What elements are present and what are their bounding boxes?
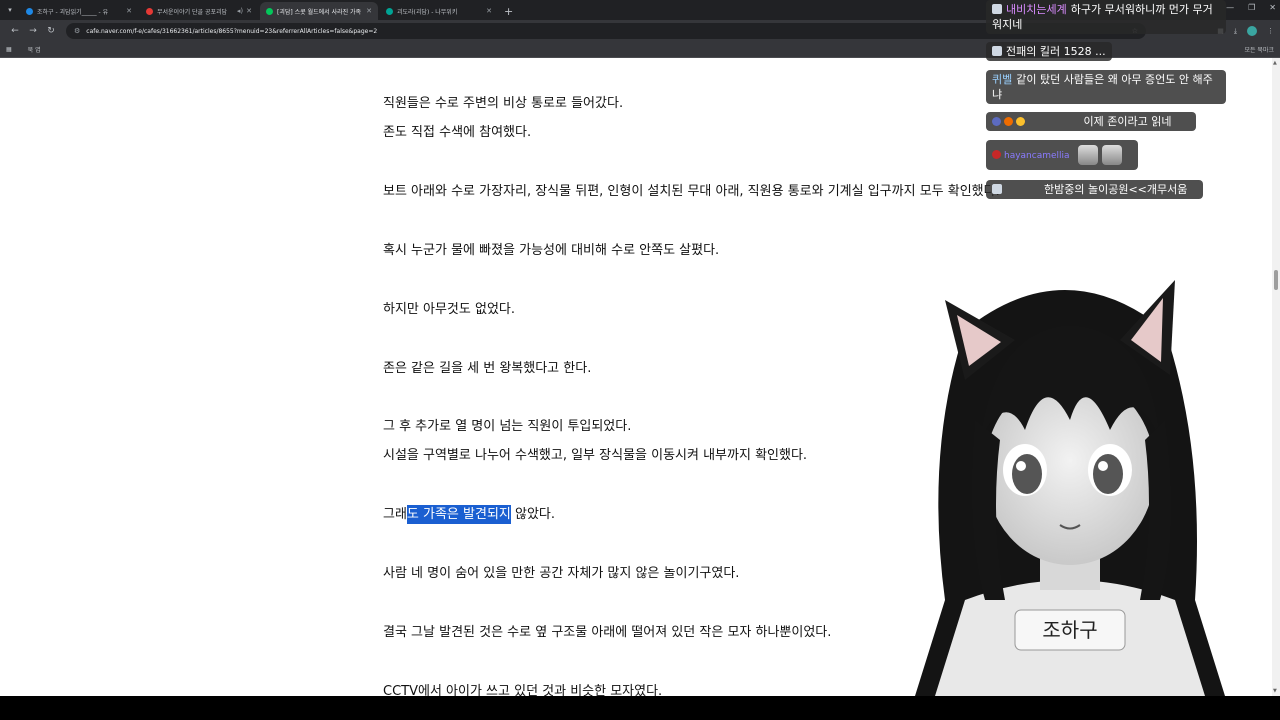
chat-nick: 퀴벨 (992, 73, 1013, 86)
tab-3[interactable]: 괴도라(괴담) - 나무위키 ✕ (380, 2, 498, 20)
chat-message: 내비치는세계 하구가 무서워하니까 먼가 무거워지네 (986, 0, 1226, 34)
scrollbar-thumb[interactable] (1274, 270, 1278, 290)
chat-text: 전패의 킬러 1528 ... (1006, 45, 1106, 58)
tab-title: [괴담] 스콧 월드에서 사라진 가족 (277, 8, 362, 16)
emote-icon (1077, 145, 1098, 165)
forward-icon[interactable]: → (24, 26, 42, 36)
maximize-icon[interactable]: ❐ (1248, 3, 1255, 12)
tab-title: 조하구 - 괴담읽기_____ - 유 (37, 8, 109, 16)
article-line: 존도 직접 수색에 참여했다. (383, 125, 532, 140)
chat-message: 퀴벨 같이 탔던 사람들은 왜 아무 증언도 안 해주냐 (986, 70, 1226, 104)
chat-badge-icon (992, 184, 1002, 194)
chat-message: hayancamellia (986, 140, 1138, 170)
page-scrollbar[interactable]: ▲ ▼ (1272, 58, 1280, 696)
tab-favicon-icon (146, 7, 153, 15)
article-line: 혹시 누군가 물에 빠졌을 가능성에 대비해 수로 안쪽도 살폈다. (383, 243, 720, 258)
apps-icon[interactable]: ▦ (6, 46, 12, 53)
chat-text: 같이 탔던 사람들은 왜 아무 증언도 안 해주냐 (992, 73, 1213, 101)
minimize-icon[interactable]: — (1226, 3, 1234, 12)
chat-message: 한밤중의 놀이공원<<개무서움 (986, 180, 1203, 199)
tab-1[interactable]: 무서운이야기 단골 공포괴담 ◂) ✕ (140, 2, 258, 20)
name-tag-text: 조하구 (1042, 618, 1097, 642)
tab-2[interactable]: [괴담] 스콧 월드에서 사라진 가족 ✕ (260, 2, 378, 20)
site-info-icon[interactable]: ⚙ (74, 27, 80, 35)
article-line: 결국 그날 발견된 것은 수로 옆 구조물 아래에 떨어져 있던 작은 모자 하… (383, 625, 832, 640)
chat-badge-icon (992, 150, 1001, 159)
article-line: 그 후 추가로 열 명이 넘는 직원이 투입되었다. (383, 419, 632, 434)
close-window-icon[interactable]: ✕ (1269, 3, 1276, 12)
tab-favicon-icon (26, 7, 33, 15)
chat-text: 한밤중의 놀이공원<<개무서움 (1044, 183, 1188, 196)
tab-favicon-icon (386, 7, 393, 15)
tab-title: 괴도라(괴담) - 나무위키 (397, 8, 458, 16)
chat-text: 이제 존이라고 읽네 (1083, 115, 1172, 128)
article-line: 보트 아래와 수로 가장자리, 장식물 뒤편, 인형이 설치된 무대 아래, 직… (383, 184, 1000, 199)
taskbar (0, 696, 1280, 720)
address-bar[interactable]: ⚙ cafe.naver.com/f-e/cafes/31662361/arti… (66, 23, 1146, 39)
article-line: 직원들은 수로 주변의 비상 통로로 들어갔다. (383, 96, 624, 111)
bookmark-item[interactable]: 북 엽 (28, 45, 41, 54)
chat-message: 이제 존이라고 읽네 (986, 112, 1196, 131)
tab-search-icon[interactable]: ▾ (0, 6, 20, 14)
close-icon[interactable]: ✕ (366, 7, 372, 15)
scroll-down-icon[interactable]: ▼ (1273, 688, 1277, 694)
article-line: 사람 네 명이 숨어 있을 만한 공간 자체가 많지 않은 놀이기구였다. (383, 566, 740, 581)
url-text: cafe.naver.com/f-e/cafes/31662361/articl… (86, 27, 378, 35)
text-after: 않았다. (510, 507, 556, 522)
all-bookmarks-button[interactable]: 모든 북마크 (1244, 45, 1274, 54)
speaker-icon[interactable]: ◂) (237, 7, 243, 15)
chat-badge-icon (992, 4, 1002, 14)
vtuber-avatar: 조하구 (915, 280, 1225, 696)
menu-icon[interactable]: ⋮ (1267, 27, 1274, 35)
tab-title: 무서운이야기 단골 공포괴담 (157, 8, 228, 16)
profile-avatar[interactable] (1247, 26, 1257, 36)
tab-0[interactable]: 조하구 - 괴담읽기_____ - 유 ✕ (20, 2, 138, 20)
text-before: 그래 (383, 507, 407, 522)
chat-badge-icon (992, 46, 1002, 56)
chat-badge-icon (1004, 117, 1013, 126)
reload-icon[interactable]: ↻ (42, 26, 60, 36)
new-tab-button[interactable]: + (500, 5, 519, 20)
chat-nick: hayancamellia (1004, 151, 1070, 161)
close-icon[interactable]: ✕ (246, 7, 252, 15)
window-controls: — ❐ ✕ (1226, 3, 1276, 12)
article-line: 하지만 아무것도 없었다. (383, 302, 515, 317)
article-line: CCTV에서 아이가 쓰고 있던 것과 비슷한 모자였다. (383, 684, 663, 696)
selected-text[interactable]: 도 가족은 발견되지 (406, 505, 511, 524)
close-icon[interactable]: ✕ (486, 7, 492, 15)
article-line: 존은 같은 길을 세 번 왕복했다고 한다. (383, 361, 592, 376)
article-line-selected: 그래도 가족은 발견되지 않았다. (383, 503, 556, 524)
article-line: 시설을 구역별로 나누어 수색했고, 일부 장식물을 이동시켜 내부까지 확인했… (383, 448, 808, 463)
back-icon[interactable]: ← (6, 26, 24, 36)
emote-icon (1101, 145, 1122, 165)
chat-message: 전패의 킬러 1528 ... (986, 42, 1112, 61)
chat-nick: 내비치는세계 (1006, 3, 1067, 16)
chat-badge-icon (1016, 117, 1025, 126)
tab-favicon-icon (266, 7, 273, 15)
scroll-up-icon[interactable]: ▲ (1273, 60, 1277, 66)
downloads-icon[interactable]: ⤓ (1234, 27, 1237, 36)
chat-badge-icon (992, 117, 1001, 126)
close-icon[interactable]: ✕ (126, 7, 132, 15)
